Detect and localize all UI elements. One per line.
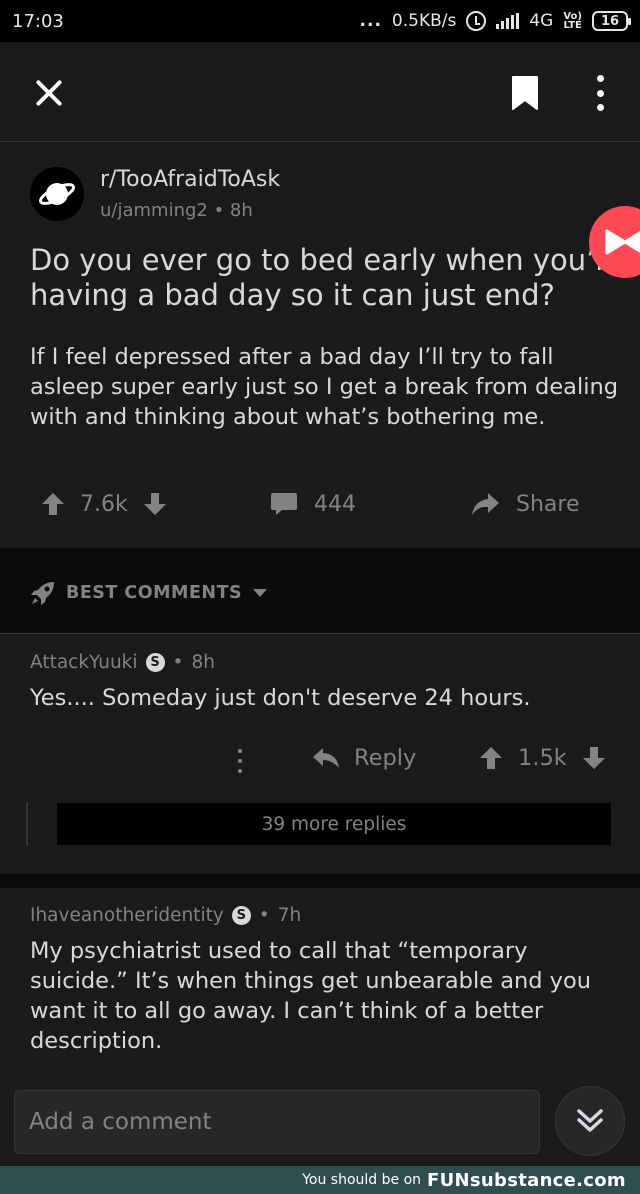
post-score: 7.6k	[80, 491, 128, 517]
share-button[interactable]: Share	[470, 491, 580, 517]
battery-icon: 16	[592, 11, 631, 31]
upvote-icon[interactable]	[478, 745, 504, 771]
network-type: 4G	[529, 11, 554, 31]
thread-line	[26, 802, 28, 846]
post: r/TooAfraidToAsk u/jamming2 • 8h Do you …	[0, 143, 640, 548]
comment-more-icon[interactable]	[236, 749, 244, 773]
volte-icon: Vo) LTE	[563, 11, 582, 31]
comments-button[interactable]: 444	[270, 491, 356, 517]
sort-label: BEST COMMENTS	[66, 583, 243, 603]
reply-label: Reply	[354, 745, 417, 771]
post-author[interactable]: u/jamming2	[100, 200, 208, 221]
watermark-text: You should be on	[302, 1172, 422, 1188]
status-indicators: ... 0.5KB/s 4G Vo) LTE 16	[359, 11, 631, 31]
post-title: Do you ever go to bed early when you’re …	[30, 243, 625, 312]
post-meta: u/jamming2 • 8h	[100, 200, 253, 221]
comment-vote-group: 1.5k	[478, 745, 607, 771]
status-time: 17:03	[12, 10, 64, 32]
next-comment-button[interactable]	[555, 1086, 625, 1156]
alarm-icon	[466, 11, 487, 31]
vote-group: 7.6k	[40, 491, 168, 517]
user-flair-icon: S	[145, 653, 165, 672]
more-options-icon[interactable]	[592, 75, 608, 111]
share-label: Share	[516, 491, 580, 517]
watermark-brand: FUNsubstance.com	[427, 1169, 626, 1191]
user-flair-icon: S	[231, 906, 251, 925]
comment: Ihaveanotheridentity S • 7h My psychiatr…	[0, 888, 640, 1078]
upvote-icon[interactable]	[40, 491, 66, 517]
post-actions: 7.6k 444 Share	[0, 483, 640, 529]
watermark-footer: You should be on FUNsubstance.com	[0, 1166, 640, 1194]
more-replies-button[interactable]: 39 more replies	[57, 803, 611, 845]
comment-text: Yes.... Someday just don't deserve 24 ho…	[30, 685, 531, 711]
double-chevron-down-icon	[577, 1109, 603, 1132]
comment-divider	[0, 874, 640, 888]
subreddit-name[interactable]: r/TooAfraidToAsk	[100, 167, 280, 192]
network-speed: 0.5KB/s	[391, 11, 457, 31]
comment-icon	[271, 493, 297, 515]
signal-icon	[496, 13, 520, 29]
comments-count: 444	[314, 491, 356, 517]
comment-score: 1.5k	[518, 745, 567, 771]
planet-icon	[38, 183, 76, 205]
bowtie-icon	[605, 229, 640, 255]
comment-age: 7h	[277, 905, 302, 926]
reply-icon	[313, 748, 339, 768]
comment-author[interactable]: AttackYuuki	[30, 652, 138, 673]
comment-meta: Ihaveanotheridentity S • 7h	[30, 905, 302, 926]
post-body: If I feel depressed after a bad day I’ll…	[30, 344, 618, 430]
rocket-icon	[31, 582, 54, 605]
comment-composer-bar: Add a comment	[0, 1078, 640, 1166]
comment-text: My psychiatrist used to call that “tempo…	[30, 938, 592, 1054]
sort-dropdown[interactable]: BEST COMMENTS	[30, 580, 268, 606]
close-icon[interactable]	[30, 74, 68, 112]
bookmark-icon[interactable]	[510, 75, 540, 111]
add-comment-input[interactable]: Add a comment	[14, 1090, 540, 1154]
downvote-icon[interactable]	[581, 745, 607, 771]
comment-author[interactable]: Ihaveanotheridentity	[30, 905, 224, 926]
share-icon	[472, 493, 499, 515]
comment-meta: AttackYuuki S • 8h	[30, 652, 215, 673]
post-toolbar	[0, 42, 640, 142]
comment-age: 8h	[191, 652, 215, 673]
comment-actions: Reply 1.5k	[0, 741, 640, 781]
sort-bar: BEST COMMENTS	[0, 548, 640, 634]
subreddit-avatar[interactable]	[30, 167, 84, 221]
post-age: 8h	[229, 200, 253, 221]
status-bar: 17:03 ... 0.5KB/s 4G Vo) LTE 16	[0, 0, 640, 42]
caret-down-icon	[253, 589, 268, 597]
downvote-icon[interactable]	[142, 491, 168, 517]
more-notifications-icon: ...	[359, 11, 382, 31]
reply-button[interactable]: Reply	[312, 745, 416, 771]
